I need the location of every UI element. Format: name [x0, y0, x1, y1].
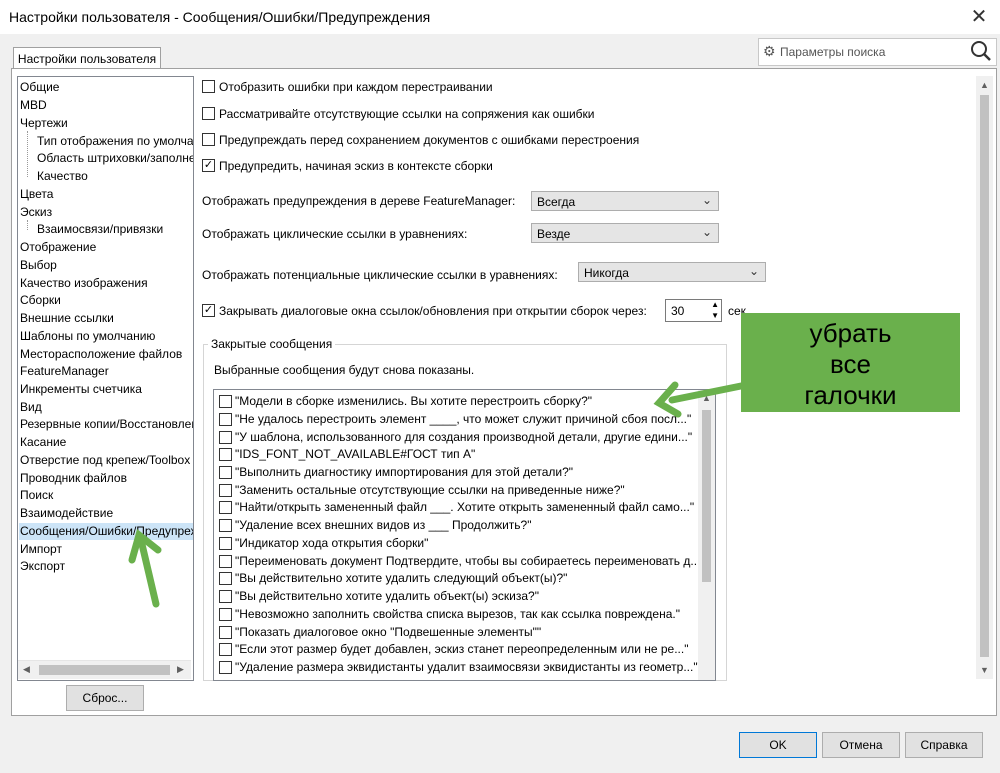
annotation-arrows [128, 381, 745, 608]
help-button[interactable]: Справка [905, 732, 983, 758]
arrow-to-list [668, 382, 745, 404]
cancel-button[interactable]: Отмена [822, 732, 900, 758]
ok-button[interactable]: OK [739, 732, 817, 758]
